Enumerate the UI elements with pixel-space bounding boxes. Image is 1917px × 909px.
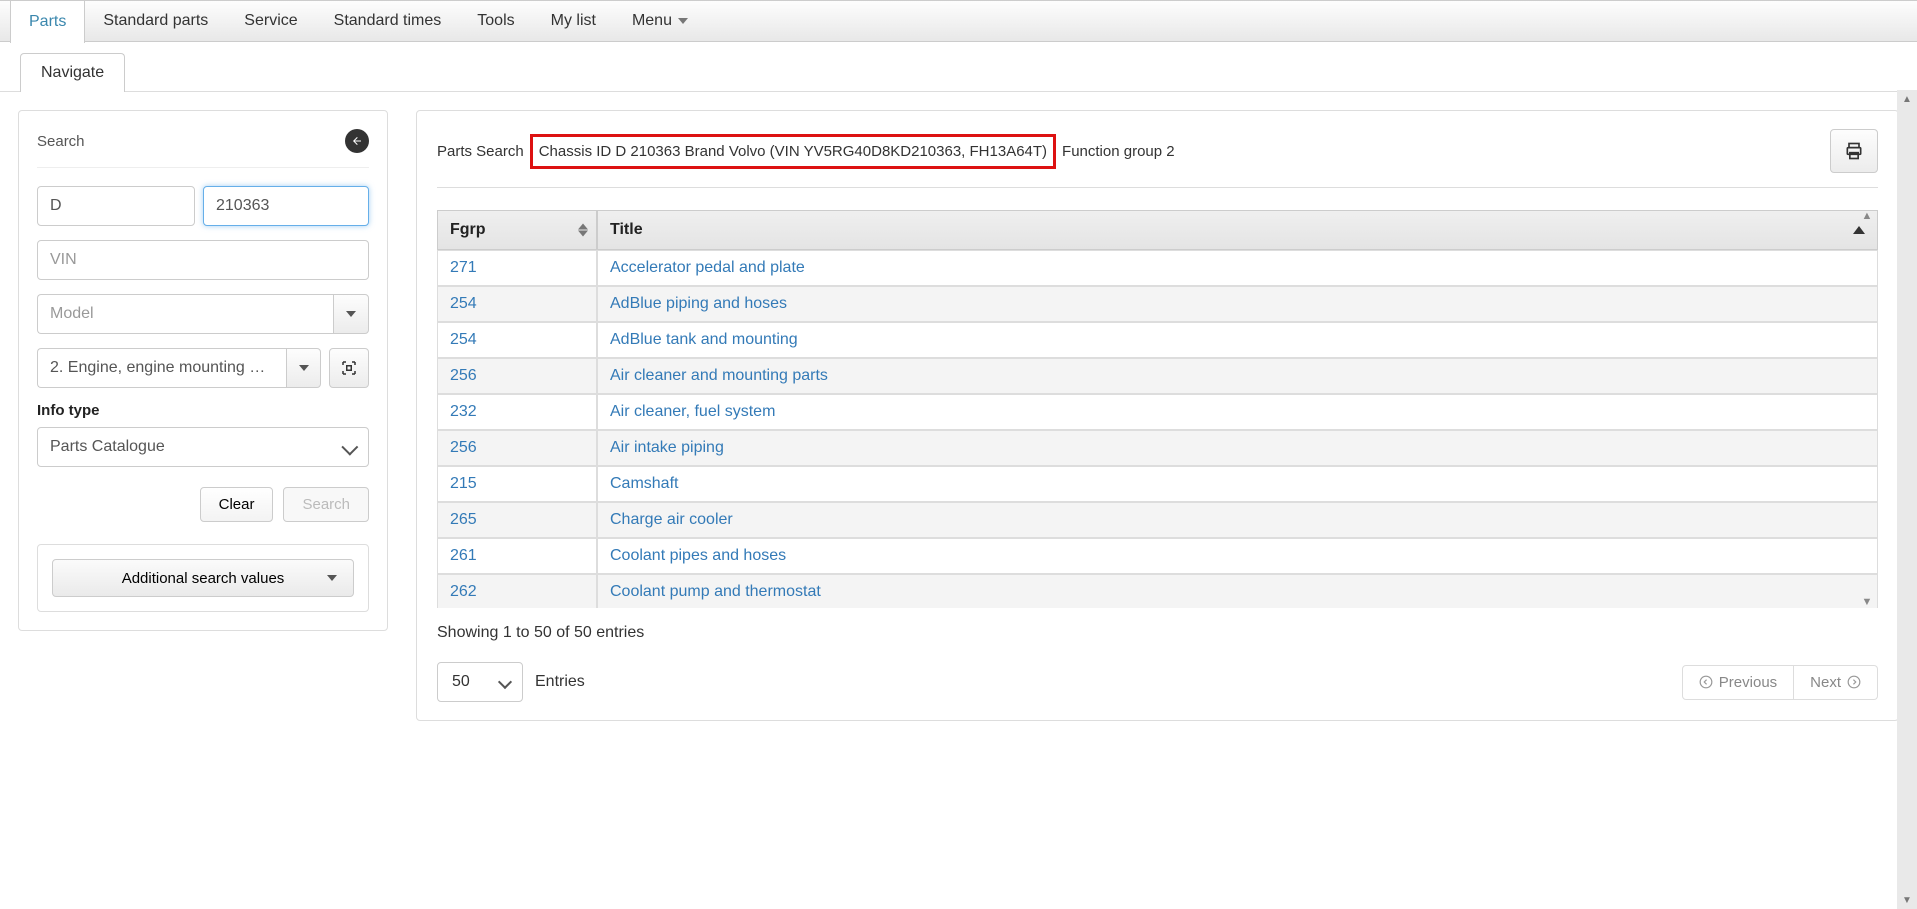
- table-row: 256 Air cleaner and mounting parts: [437, 358, 1878, 394]
- fgrp-link[interactable]: 254: [450, 331, 477, 348]
- title-link[interactable]: Accelerator pedal and plate: [610, 259, 805, 276]
- col-header-title[interactable]: Title: [597, 210, 1878, 250]
- page-scrollbar[interactable]: ▲ ▼: [1897, 90, 1917, 909]
- table-row: 262 Coolant pump and thermostat: [437, 574, 1878, 608]
- info-type-select[interactable]: Parts Catalogue: [37, 427, 369, 467]
- table-row: 254 AdBlue tank and mounting: [437, 322, 1878, 358]
- back-button[interactable]: [345, 129, 369, 153]
- arrow-right-circle-icon: [1847, 675, 1861, 689]
- function-group-dropdown-button[interactable]: [286, 348, 321, 388]
- next-button[interactable]: Next: [1794, 665, 1878, 700]
- tab-navigate[interactable]: Navigate: [20, 53, 125, 92]
- chevron-down-icon: [299, 365, 309, 371]
- fgrp-link[interactable]: 232: [450, 403, 477, 420]
- clear-button[interactable]: Clear: [200, 487, 274, 522]
- nav-item-standard-times[interactable]: Standard times: [316, 0, 460, 42]
- pager: Previous Next: [1682, 665, 1878, 700]
- chevron-down-icon: ▼: [1897, 891, 1917, 909]
- breadcrumb-function-group[interactable]: Function group 2: [1062, 143, 1175, 160]
- arrow-left-icon: [351, 135, 363, 147]
- entries-select[interactable]: 50: [437, 662, 523, 702]
- table-row: 232 Air cleaner, fuel system: [437, 394, 1878, 430]
- fgrp-link[interactable]: 271: [450, 259, 477, 276]
- title-link[interactable]: Camshaft: [610, 475, 678, 492]
- col-header-title-label: Title: [610, 221, 643, 238]
- main-area: Search: [0, 92, 1917, 739]
- previous-button[interactable]: Previous: [1682, 665, 1794, 700]
- chevron-down-icon: [327, 575, 337, 581]
- model-dropdown-button[interactable]: [333, 294, 369, 334]
- showing-text: Showing 1 to 50 of 50 entries: [437, 624, 1878, 642]
- title-link[interactable]: Air intake piping: [610, 439, 724, 456]
- fgrp-link[interactable]: 215: [450, 475, 477, 492]
- breadcrumb: Parts Search Chassis ID D 210363 Brand V…: [437, 134, 1181, 169]
- model-combo[interactable]: [37, 294, 369, 334]
- sub-tab-row: Navigate: [0, 42, 1917, 92]
- table-scroll: Fgrp Title 271 Accelerator pedal and plat…: [437, 210, 1878, 608]
- sort-asc-icon: [1853, 226, 1865, 234]
- previous-label: Previous: [1719, 674, 1777, 691]
- table-row: 261 Coolant pipes and hoses: [437, 538, 1878, 574]
- fgrp-link[interactable]: 254: [450, 295, 477, 312]
- top-nav: Parts Standard parts Service Standard ti…: [0, 0, 1917, 42]
- chevron-up-icon: ▲: [1897, 90, 1917, 108]
- results-panel: Parts Search Chassis ID D 210363 Brand V…: [416, 110, 1899, 721]
- vin-input[interactable]: [37, 240, 369, 280]
- entries-label: Entries: [535, 673, 585, 691]
- function-group-combo[interactable]: [37, 348, 321, 388]
- chevron-down-icon: [678, 18, 688, 24]
- function-group-input[interactable]: [37, 348, 286, 388]
- breadcrumb-parts-search[interactable]: Parts Search: [437, 143, 524, 160]
- fgrp-link[interactable]: 262: [450, 583, 477, 600]
- title-link[interactable]: Air cleaner, fuel system: [610, 403, 775, 420]
- col-header-fgrp-label: Fgrp: [450, 221, 486, 238]
- nav-item-menu-label: Menu: [632, 12, 672, 30]
- breadcrumb-chassis-highlight[interactable]: Chassis ID D 210363 Brand Volvo (VIN YV5…: [530, 134, 1056, 169]
- table-row: 254 AdBlue piping and hoses: [437, 286, 1878, 322]
- fgrp-link[interactable]: 261: [450, 547, 477, 564]
- print-icon: [1844, 141, 1864, 161]
- title-link[interactable]: Coolant pump and thermostat: [610, 583, 821, 600]
- table-row: 265 Charge air cooler: [437, 502, 1878, 538]
- nav-item-service[interactable]: Service: [226, 0, 315, 42]
- print-button[interactable]: [1830, 129, 1878, 173]
- table-scroll-inner[interactable]: Fgrp Title 271 Accelerator pedal and plat…: [437, 210, 1878, 608]
- results-table: Fgrp Title 271 Accelerator pedal and plat…: [437, 210, 1878, 608]
- nav-item-parts[interactable]: Parts: [10, 1, 85, 43]
- expand-icon: [340, 359, 358, 377]
- nav-item-tools[interactable]: Tools: [459, 0, 532, 42]
- title-link[interactable]: Coolant pipes and hoses: [610, 547, 786, 564]
- search-button[interactable]: Search: [283, 487, 369, 522]
- table-row: 256 Air intake piping: [437, 430, 1878, 466]
- table-row: 271 Accelerator pedal and plate: [437, 250, 1878, 286]
- sort-icon: [578, 224, 588, 237]
- arrow-left-circle-icon: [1699, 675, 1713, 689]
- title-link[interactable]: Charge air cooler: [610, 511, 733, 528]
- additional-search-values-button[interactable]: Additional search values: [52, 559, 354, 597]
- title-link[interactable]: AdBlue tank and mounting: [610, 331, 798, 348]
- search-heading: Search: [37, 133, 85, 150]
- title-link[interactable]: AdBlue piping and hoses: [610, 295, 787, 312]
- model-input[interactable]: [37, 294, 333, 334]
- chevron-down-icon: [346, 311, 356, 317]
- chassis-number-input[interactable]: [203, 186, 369, 226]
- info-type-label: Info type: [37, 402, 369, 419]
- title-link[interactable]: Air cleaner and mounting parts: [610, 367, 828, 384]
- fgrp-link[interactable]: 256: [450, 367, 477, 384]
- table-row: 215 Camshaft: [437, 466, 1878, 502]
- nav-item-menu[interactable]: Menu: [614, 0, 706, 42]
- nav-item-my-list[interactable]: My list: [533, 0, 614, 42]
- col-header-fgrp[interactable]: Fgrp: [437, 210, 597, 250]
- next-label: Next: [1810, 674, 1841, 691]
- fgrp-link[interactable]: 256: [450, 439, 477, 456]
- function-group-tree-button[interactable]: [329, 348, 369, 388]
- additional-box: Additional search values: [37, 544, 369, 612]
- chassis-prefix-input[interactable]: [37, 186, 195, 226]
- search-panel: Search: [18, 110, 388, 631]
- additional-label: Additional search values: [122, 570, 285, 587]
- fgrp-link[interactable]: 265: [450, 511, 477, 528]
- nav-item-standard-parts[interactable]: Standard parts: [85, 0, 226, 42]
